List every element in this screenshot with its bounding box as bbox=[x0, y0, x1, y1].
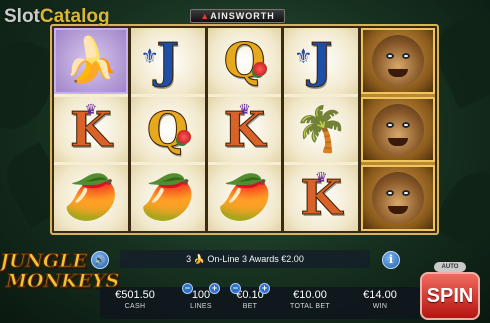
bottom-stats-bar: €501.50 CASH − + 100 LINES − + €0.10 BET… bbox=[100, 283, 420, 319]
provider-banner: ▲AINSWORTH bbox=[190, 9, 285, 23]
total-bet-display: €10.00 TOTAL BET bbox=[280, 289, 340, 310]
win-display: €14.00 WIN bbox=[352, 289, 408, 310]
fleur-de-lis-icon: ⚜ bbox=[140, 46, 159, 68]
cash-value: €501.50 bbox=[115, 289, 155, 301]
rose-icon bbox=[253, 61, 268, 76]
lines-plus-button[interactable]: + bbox=[209, 283, 220, 294]
reel-symbol-bananas: 🍌 bbox=[54, 28, 128, 94]
fleur-de-lis-icon: ⚜ bbox=[294, 46, 313, 68]
watermark: SlotCatalog bbox=[4, 6, 110, 28]
rose-icon bbox=[176, 130, 191, 145]
banana-icon: 🍌 bbox=[193, 254, 205, 264]
cash-display: €501.50 CASH bbox=[110, 289, 160, 310]
reel-symbol-papaya: 🥭 bbox=[207, 165, 282, 232]
reels-grid: 🍌 K ♛ 🥭 J ⚜ Q 🥭 Q K ♛ 🥭 J ⚜ 🌴 K ♛ bbox=[50, 24, 439, 235]
reel-symbol-monkey bbox=[361, 165, 435, 232]
papaya-icon: 🥭 bbox=[63, 173, 119, 223]
total-bet-value: €10.00 bbox=[293, 289, 327, 301]
reel-symbol-k: K ♛ bbox=[54, 96, 128, 163]
reel-symbol-monkey bbox=[361, 96, 435, 163]
reel-symbol-palm-tree: 🌴 bbox=[284, 96, 359, 163]
reel-symbol-papaya: 🥭 bbox=[130, 165, 205, 232]
win-info-count: 3 bbox=[186, 254, 192, 264]
papaya-icon: 🥭 bbox=[140, 173, 196, 223]
letter-j-glyph: J bbox=[309, 32, 333, 89]
spin-button[interactable]: SPIN bbox=[420, 272, 480, 320]
win-value: €14.00 bbox=[363, 289, 397, 301]
reel-symbol-j: J ⚜ bbox=[130, 28, 205, 94]
reel-symbol-monkey bbox=[361, 28, 435, 94]
sound-button[interactable]: 🔊 bbox=[91, 251, 109, 269]
game-logo-line2: MONKEYS bbox=[6, 269, 120, 292]
reel-2: J ⚜ Q 🥭 bbox=[130, 28, 205, 232]
total-bet-label: TOTAL BET bbox=[290, 303, 330, 310]
crown-icon: ♛ bbox=[238, 100, 251, 117]
reel-3: Q K ♛ 🥭 bbox=[207, 28, 282, 232]
monkey-icon bbox=[372, 172, 425, 225]
lines-minus-button[interactable]: − bbox=[182, 283, 193, 294]
provider-name: AINSWORTH bbox=[210, 11, 275, 21]
bet-plus-button[interactable]: + bbox=[259, 283, 270, 294]
reel-symbol-q: Q bbox=[207, 28, 282, 94]
reel-symbol-papaya: 🥭 bbox=[54, 165, 128, 232]
info-button[interactable]: i bbox=[382, 251, 400, 269]
palm-tree-icon: 🌴 bbox=[293, 104, 349, 154]
reel-symbol-q: Q bbox=[130, 96, 205, 163]
provider-logo-icon: ▲ bbox=[200, 11, 211, 21]
bananas-icon: 🍌 bbox=[63, 35, 119, 85]
bet-display: − + €0.10 BET bbox=[230, 283, 270, 310]
reel-symbol-k: K ♛ bbox=[284, 165, 359, 232]
reel-4: J ⚜ 🌴 K ♛ bbox=[284, 28, 359, 232]
lines-label: LINES bbox=[190, 303, 212, 310]
game-logo: JUNGLE MONKEYS bbox=[0, 250, 120, 292]
reel-symbol-k: K ♛ bbox=[207, 96, 282, 163]
info-icon: i bbox=[388, 253, 394, 266]
crown-icon: ♛ bbox=[315, 169, 328, 186]
speaker-icon: 🔊 bbox=[94, 255, 106, 265]
watermark-part2: Catalog bbox=[39, 6, 110, 27]
watermark-part1: Slot bbox=[4, 6, 40, 27]
papaya-icon: 🥭 bbox=[217, 173, 272, 223]
monkey-icon bbox=[372, 34, 425, 87]
bet-minus-button[interactable]: − bbox=[230, 283, 241, 294]
letter-q-glyph: Q bbox=[223, 32, 266, 89]
monkey-icon bbox=[372, 103, 425, 156]
win-label: WIN bbox=[372, 303, 388, 310]
letter-j-glyph: J bbox=[156, 32, 180, 89]
crown-icon: ♛ bbox=[84, 100, 98, 117]
reel-5 bbox=[361, 28, 435, 232]
reel-1: 🍌 K ♛ 🥭 bbox=[54, 28, 128, 232]
lines-display: − + 100 LINES bbox=[182, 283, 220, 310]
reel-symbol-j: J ⚜ bbox=[284, 28, 359, 94]
autoplay-button[interactable]: AUTO bbox=[434, 262, 466, 272]
spin-controls: AUTO SPIN bbox=[420, 262, 480, 320]
bet-label: BET bbox=[242, 303, 258, 310]
win-info-bar: 3 🍌 On-Line 3 Awards €2.00 bbox=[120, 250, 370, 268]
win-info-text: On-Line 3 Awards €2.00 bbox=[207, 254, 304, 264]
cash-label: CASH bbox=[124, 303, 146, 310]
game-logo-line1: JUNGLE bbox=[0, 250, 88, 272]
